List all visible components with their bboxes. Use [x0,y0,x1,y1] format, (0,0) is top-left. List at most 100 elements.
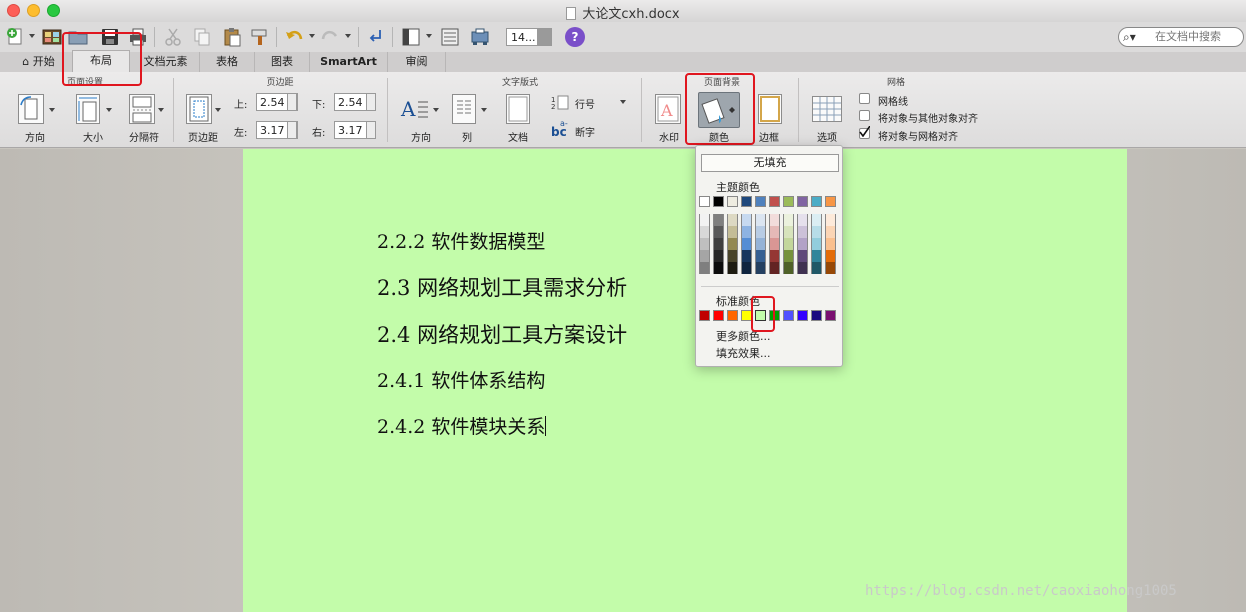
tab-tables[interactable]: 表格 [200,52,255,72]
format-painter-icon[interactable] [250,27,270,47]
paragraph-mark-icon[interactable] [366,27,386,47]
size-caret[interactable] [106,108,112,112]
tab-review[interactable]: 审阅 [388,52,446,72]
theme-shade-swatch[interactable] [713,250,724,262]
theme-shade-swatch[interactable] [699,214,710,226]
heading-2-4[interactable]: 2.4 网络规划工具方案设计 [377,319,627,349]
toolbox-icon[interactable] [470,27,490,47]
page-borders-icon[interactable] [758,94,782,124]
heading-2-4-2-line[interactable]: 2.4.2 软件模块关系 [377,412,547,439]
theme-color-swatch[interactable] [699,196,710,207]
theme-shade-swatch[interactable] [783,238,794,250]
orientation-icon[interactable] [18,94,44,124]
standard-color-swatch[interactable] [727,310,738,321]
grid-options-icon[interactable] [812,96,842,122]
redo-dropdown-caret[interactable] [345,34,351,38]
standard-color-swatch[interactable] [699,310,710,321]
snap-objects-checkbox[interactable] [859,110,870,121]
breaks-caret[interactable] [158,108,164,112]
theme-shade-swatch[interactable] [811,250,822,262]
theme-shade-swatch[interactable] [713,262,724,274]
theme-shade-swatch[interactable] [783,226,794,238]
fill-effects-menu-item[interactable]: 填充效果... [716,345,771,361]
theme-shade-swatch[interactable] [741,238,752,250]
theme-shade-swatch[interactable] [797,250,808,262]
templates-icon[interactable] [42,27,62,47]
theme-shade-swatch[interactable] [741,226,752,238]
document-view-icon[interactable] [506,94,530,124]
text-direction-caret[interactable] [433,108,439,112]
standard-color-swatch[interactable] [783,310,794,321]
theme-shade-swatch[interactable] [727,214,738,226]
no-fill-button[interactable]: 无填充 [701,154,839,172]
heading-2-3[interactable]: 2.3 网络规划工具需求分析 [377,272,627,302]
left-margin-stepper[interactable] [287,121,297,139]
right-margin-stepper[interactable] [366,121,376,139]
paste-icon[interactable] [222,27,242,47]
theme-shade-swatch[interactable] [755,250,766,262]
heading-2-4-1[interactable]: 2.4.1 软件体系结构 [377,366,545,393]
zoom-select[interactable]: 14... [506,28,552,46]
standard-color-swatch[interactable] [811,310,822,321]
margins-icon[interactable] [186,94,212,124]
size-icon[interactable] [76,94,100,124]
standard-color-swatch[interactable] [797,310,808,321]
theme-shade-swatch[interactable] [755,262,766,274]
theme-shade-swatch[interactable] [797,238,808,250]
theme-shade-swatch[interactable] [825,238,836,250]
theme-shade-swatch[interactable] [741,250,752,262]
help-icon[interactable]: ? [565,27,585,47]
theme-color-swatch[interactable] [713,196,724,207]
theme-shade-swatch[interactable] [825,262,836,274]
theme-shade-swatch[interactable] [825,250,836,262]
undo-icon[interactable] [284,27,304,47]
theme-shade-swatch[interactable] [727,238,738,250]
redo-icon[interactable] [320,27,340,47]
theme-color-swatch[interactable] [727,196,738,207]
line-numbers-label[interactable]: 行号 [575,96,595,111]
theme-shade-swatch[interactable] [783,214,794,226]
theme-shade-swatch[interactable] [741,262,752,274]
theme-shade-swatch[interactable] [769,226,780,238]
theme-shade-swatch[interactable] [797,226,808,238]
zoom-dropdown-arrow[interactable] [537,29,551,45]
sidebar-icon[interactable] [401,27,421,47]
document-page[interactable]: 2.2.2 软件数据模型 2.3 网络规划工具需求分析 2.4 网络规划工具方案… [243,149,1127,612]
theme-shade-swatch[interactable] [699,226,710,238]
search-input[interactable] [1155,30,1241,43]
theme-shade-swatch[interactable] [755,214,766,226]
theme-shade-swatch[interactable] [811,214,822,226]
theme-color-swatch[interactable] [797,196,808,207]
theme-shade-swatch[interactable] [769,238,780,250]
tab-charts[interactable]: 图表 [255,52,310,72]
theme-shade-swatch[interactable] [741,214,752,226]
breaks-icon[interactable] [129,94,155,124]
line-numbers-caret[interactable] [620,100,626,104]
columns-caret[interactable] [481,108,487,112]
heading-2-2-2[interactable]: 2.2.2 软件数据模型 [377,227,545,254]
theme-shade-swatch[interactable] [783,262,794,274]
theme-shade-swatch[interactable] [713,226,724,238]
new-dropdown-caret[interactable] [29,34,35,38]
theme-color-swatch[interactable] [783,196,794,207]
search-box[interactable]: ⌕▾ [1118,27,1244,47]
tab-document-elements[interactable]: 文档元素 [132,52,200,72]
hyphenation-icon[interactable]: bc a- [551,119,571,139]
theme-shade-swatch[interactable] [825,214,836,226]
theme-shade-swatch[interactable] [699,238,710,250]
theme-shade-swatch[interactable] [699,250,710,262]
theme-shade-swatch[interactable] [769,214,780,226]
copy-icon[interactable] [192,27,212,47]
margins-caret[interactable] [215,108,221,112]
theme-shade-swatch[interactable] [811,226,822,238]
gallery-icon[interactable] [440,27,460,47]
tab-home[interactable]: ⌂ 开始 [14,52,64,72]
cut-icon[interactable] [163,27,183,47]
theme-shade-swatch[interactable] [713,214,724,226]
theme-shade-swatch[interactable] [811,238,822,250]
theme-color-swatch[interactable] [811,196,822,207]
top-margin-stepper[interactable] [287,93,297,111]
theme-shade-swatch[interactable] [769,262,780,274]
orientation-caret[interactable] [49,108,55,112]
theme-shade-swatch[interactable] [811,262,822,274]
